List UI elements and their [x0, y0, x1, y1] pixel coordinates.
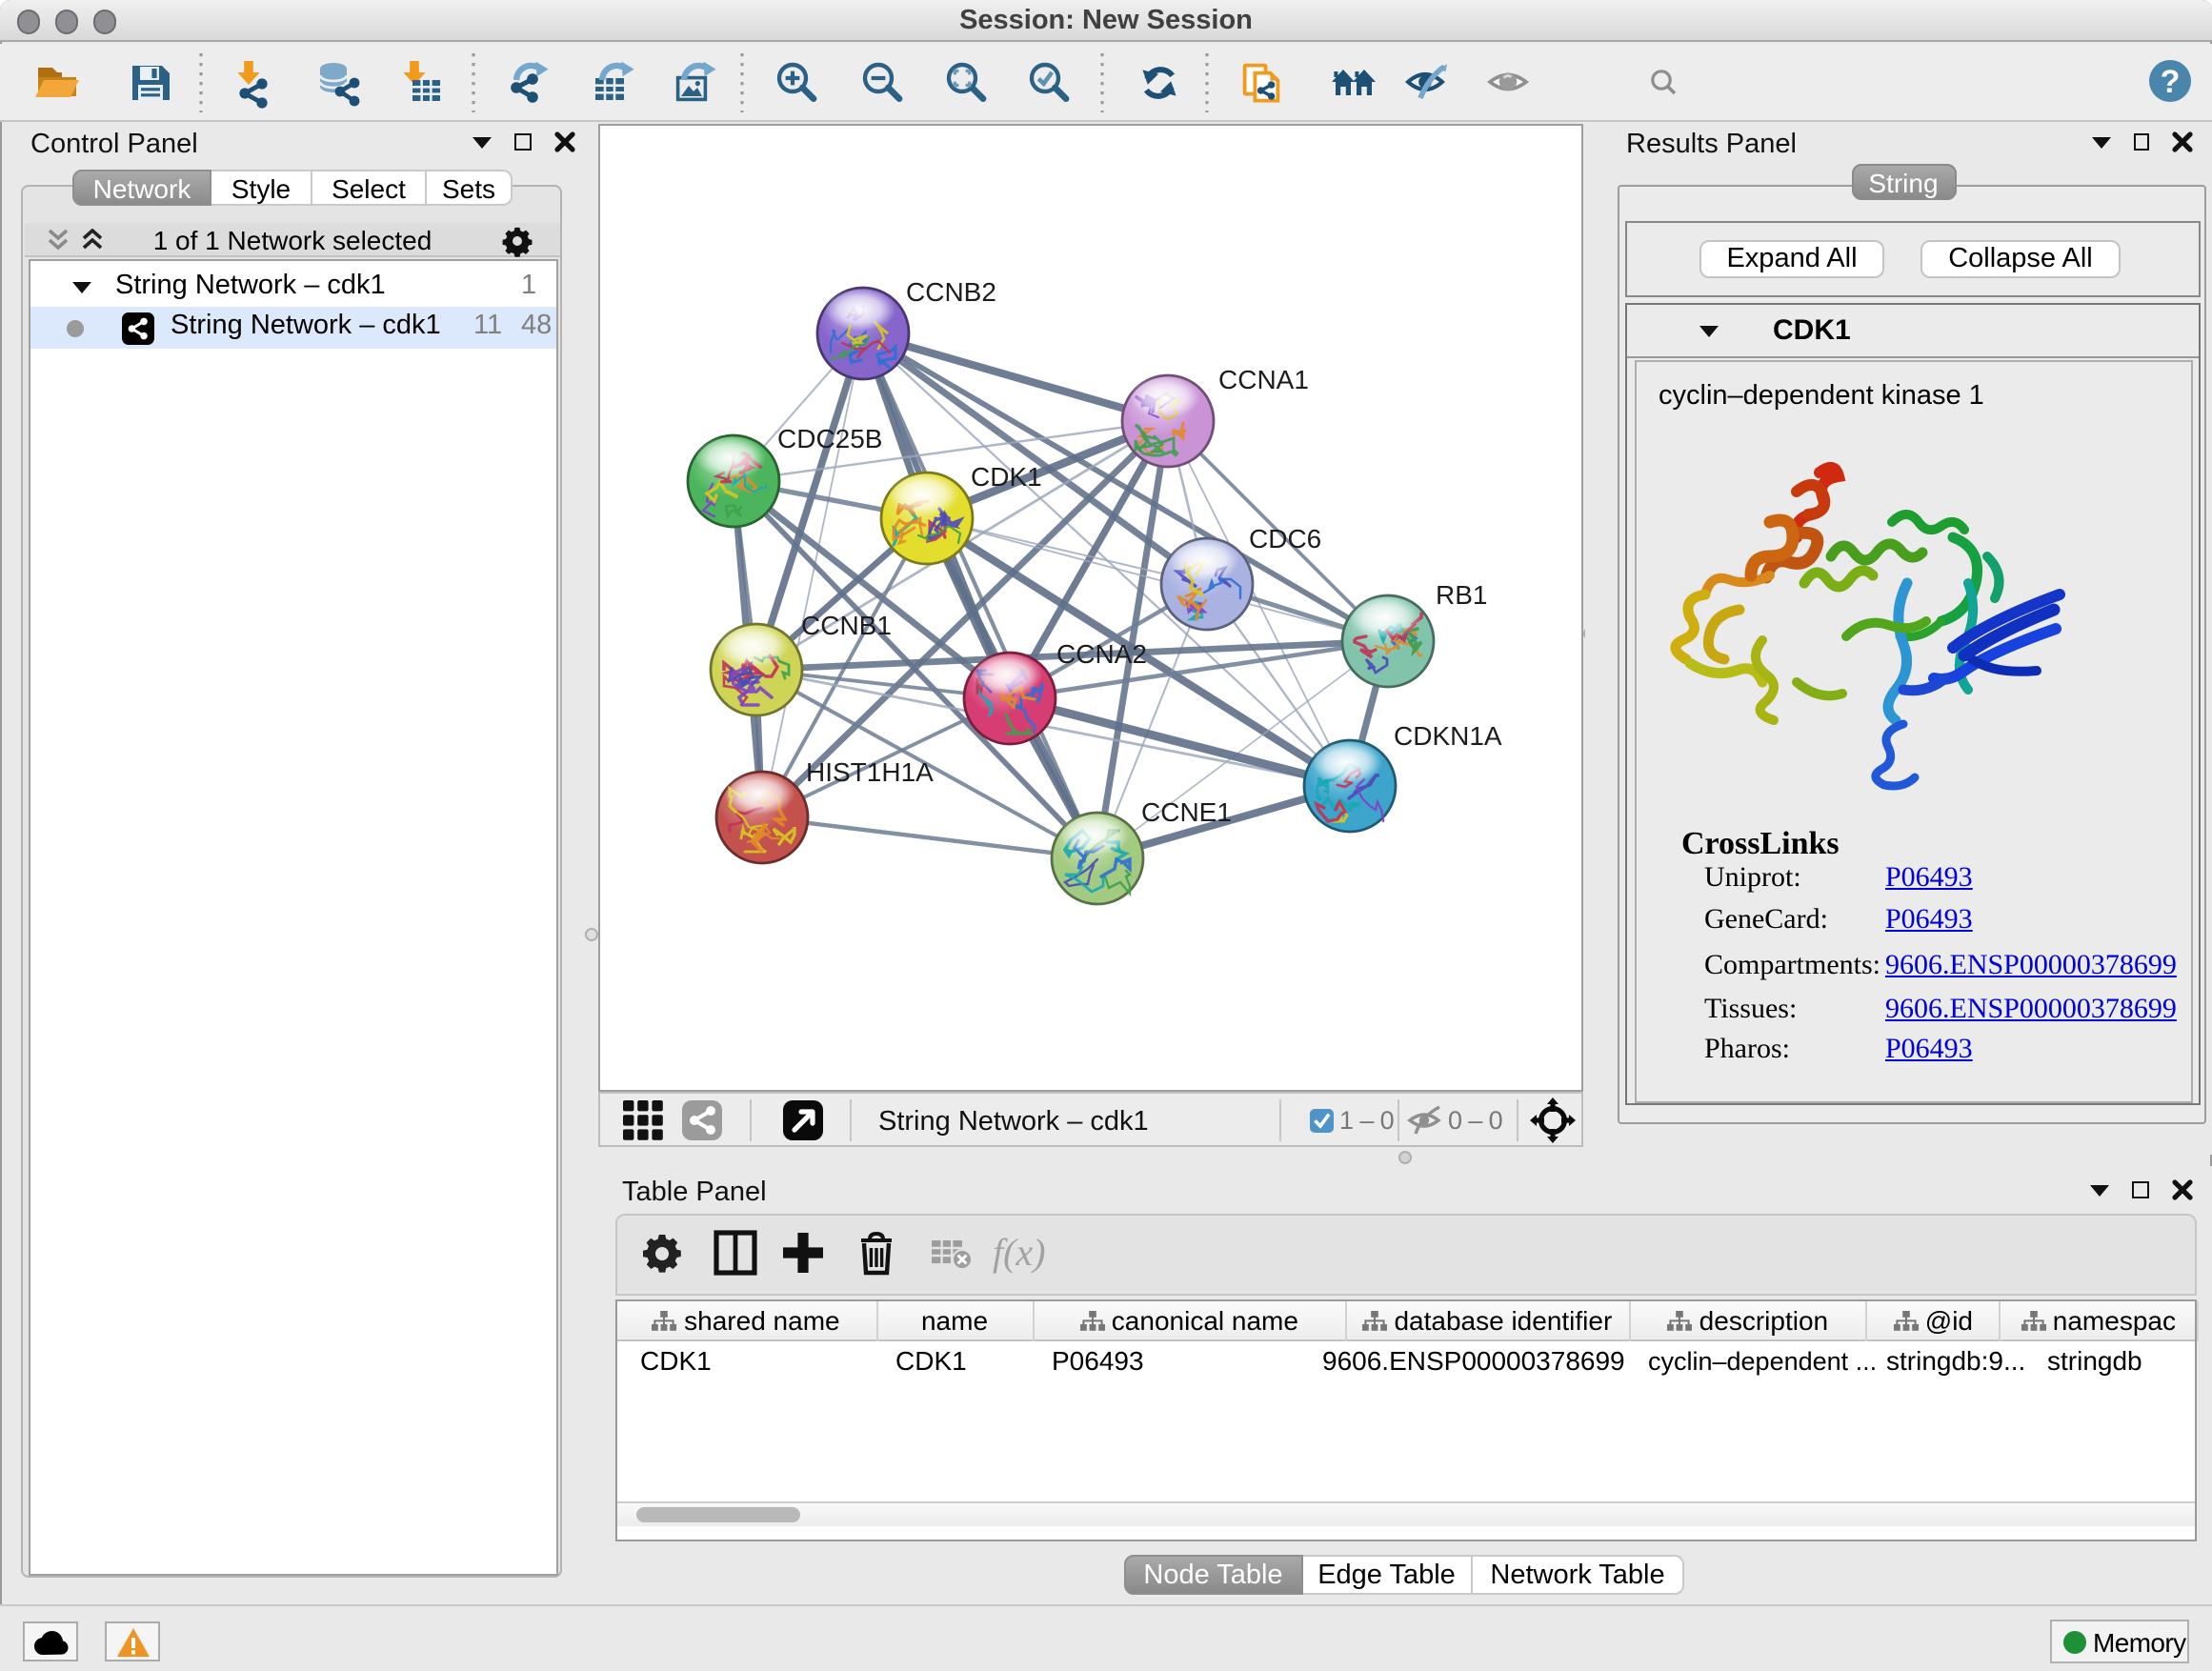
svg-text:CCNA1: CCNA1: [1217, 364, 1308, 393]
svg-text:CCNE1: CCNE1: [1140, 796, 1231, 826]
svg-text:f(x): f(x): [992, 1231, 1045, 1274]
svg-text:CCNB1: CCNB1: [800, 610, 891, 639]
svg-text:CDC25B: CDC25B: [776, 423, 881, 453]
svg-text:1 – 0: 1 – 0: [1338, 1105, 1393, 1134]
svg-text:CDC6: CDC6: [1248, 523, 1320, 553]
svg-text:CDK1: CDK1: [970, 461, 1041, 491]
svg-text:CCNA2: CCNA2: [1056, 638, 1146, 668]
svg-text:0 – 0: 0 – 0: [1447, 1105, 1501, 1134]
svg-text:CCNB2: CCNB2: [905, 276, 995, 306]
svg-text:RB1: RB1: [1435, 579, 1486, 609]
svg-text:String Network – cdk1: String Network – cdk1: [877, 1105, 1148, 1136]
svg-text:CDKN1A: CDKN1A: [1393, 720, 1501, 750]
svg-text:?: ?: [2161, 64, 2181, 100]
svg-text:HIST1H1A: HIST1H1A: [805, 756, 933, 786]
